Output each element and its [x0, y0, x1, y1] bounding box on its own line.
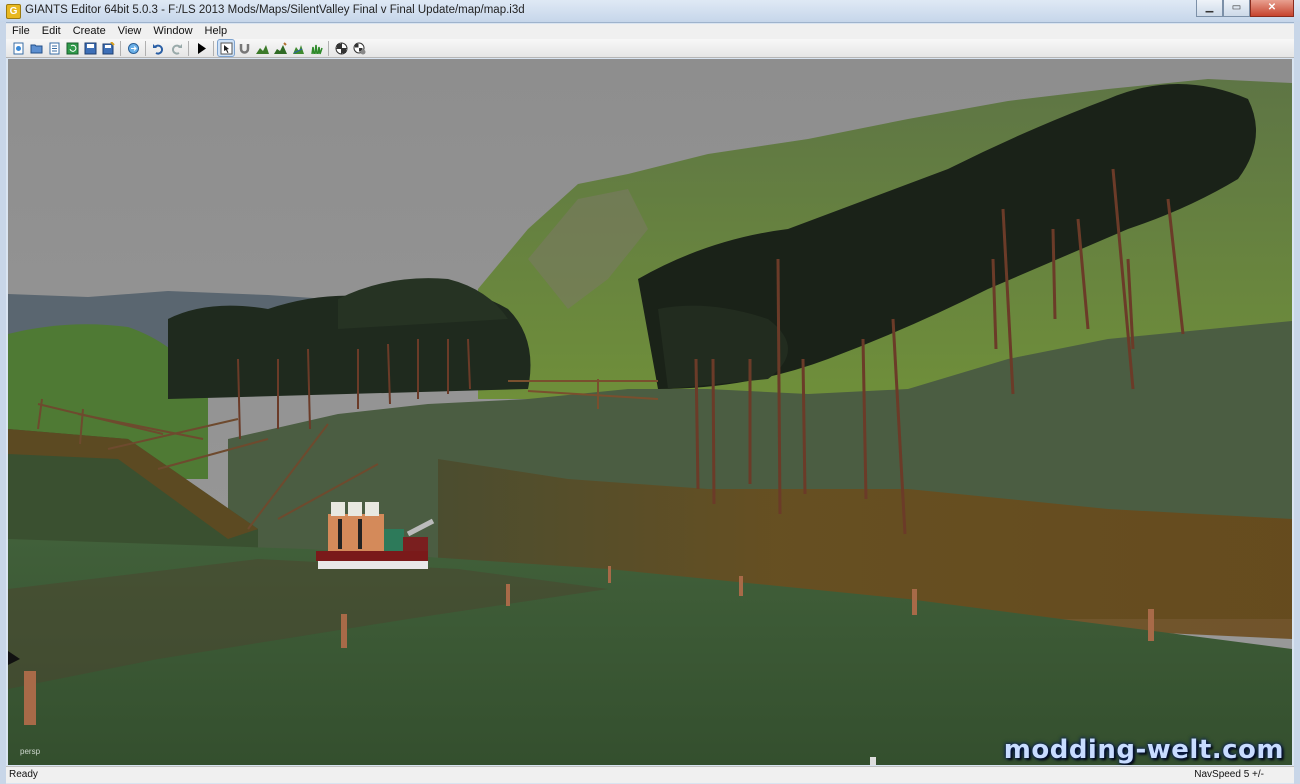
close-button[interactable]: ✕ [1250, 0, 1294, 17]
export-icon[interactable] [125, 40, 141, 56]
menu-edit[interactable]: Edit [36, 24, 67, 39]
menu-help[interactable]: Help [199, 24, 234, 39]
window-frame-left [0, 22, 6, 784]
menu-file[interactable]: File [6, 24, 36, 39]
window-title: GIANTS Editor 64bit 5.0.3 - F:/LS 2013 M… [25, 4, 525, 16]
status-text: Ready [9, 769, 38, 780]
toolbar-separator [328, 40, 329, 56]
marker [870, 757, 876, 765]
menu-create[interactable]: Create [67, 24, 112, 39]
maximize-button[interactable]: ▭ [1223, 0, 1250, 17]
title-bar[interactable]: G GIANTS Editor 64bit 5.0.3 - F:/LS 2013… [0, 0, 1300, 23]
app-icon: G [6, 4, 21, 19]
scene-render [8, 59, 1292, 765]
menu-window[interactable]: Window [147, 24, 198, 39]
new-file-icon[interactable] [10, 40, 26, 56]
checker-icon[interactable] [333, 40, 349, 56]
nav-speed: NavSpeed 5 +/- [1194, 769, 1264, 780]
window-controls: ▁ ▭ ✕ [1196, 0, 1294, 17]
play-icon[interactable] [193, 40, 209, 56]
terrain-sculpt-icon[interactable] [254, 40, 270, 56]
checker-settings-icon[interactable] [351, 40, 367, 56]
magnet-icon[interactable] [236, 40, 252, 56]
toolbar-separator [213, 40, 214, 56]
save-icon[interactable] [82, 40, 98, 56]
camera-label: persp [20, 747, 41, 756]
menu-view[interactable]: View [112, 24, 148, 39]
minimize-button[interactable]: ▁ [1196, 0, 1223, 17]
toolbar-separator [188, 40, 189, 56]
undo-icon[interactable] [150, 40, 166, 56]
grass-paint-icon[interactable] [308, 40, 324, 56]
menu-bar: File Edit Create View Window Help [6, 24, 1294, 39]
toolbar-separator [120, 40, 121, 56]
properties-icon[interactable] [46, 40, 62, 56]
status-bar: Ready NavSpeed 5 +/- [6, 766, 1294, 783]
toolbar [6, 39, 1294, 58]
refresh-icon[interactable] [64, 40, 80, 56]
foliage-paint-icon[interactable] [290, 40, 306, 56]
redo-icon[interactable] [168, 40, 184, 56]
toolbar-separator [145, 40, 146, 56]
open-folder-icon[interactable] [28, 40, 44, 56]
save-all-icon[interactable] [100, 40, 116, 56]
window-frame-right [1294, 22, 1300, 784]
watermark: modding-welt.com [1003, 735, 1284, 765]
3d-viewport[interactable]: persp modding-welt.com [8, 59, 1292, 765]
terrain-paint-icon[interactable] [272, 40, 288, 56]
select-mode-icon[interactable] [217, 39, 235, 57]
